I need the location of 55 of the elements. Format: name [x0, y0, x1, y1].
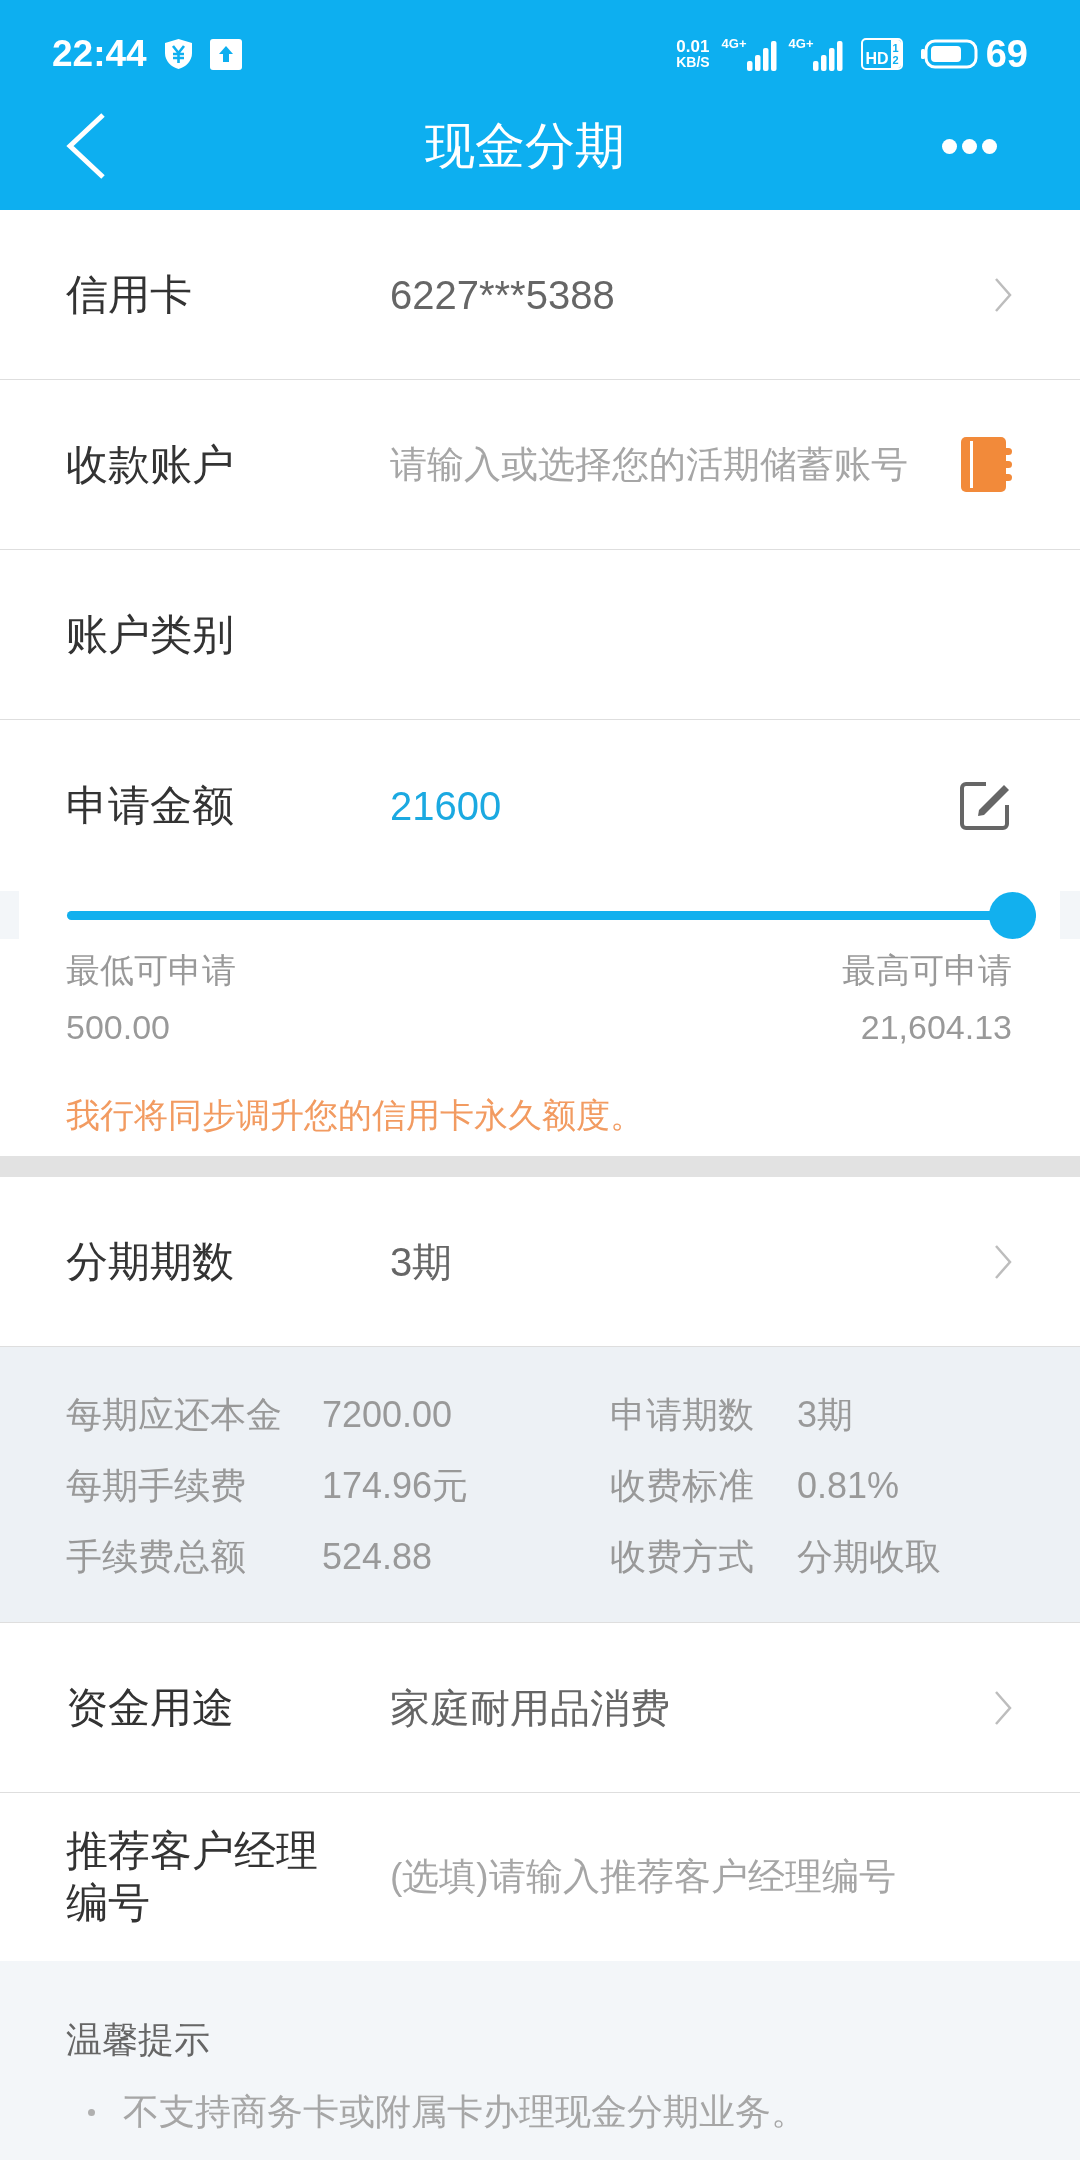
- battery-level: 69: [985, 34, 1028, 74]
- select-value: 3期: [390, 1238, 454, 1286]
- summary-label: 申请期数: [610, 1393, 755, 1437]
- form-label: 推荐客户经理编号: [66, 1826, 319, 1928]
- text-input[interactable]: (选填)请输入推荐客户经理编号: [390, 1851, 1012, 1903]
- network-type: 4G+: [721, 37, 747, 51]
- form-label: 分期期数: [66, 1236, 235, 1287]
- sim-number: 1: [892, 42, 899, 54]
- chevron-right-icon[interactable]: [994, 1689, 1012, 1726]
- upload-icon: [209, 38, 242, 70]
- sim-number: 2: [892, 54, 899, 66]
- bullet-icon: [88, 2108, 95, 2116]
- chevron-right-icon[interactable]: [994, 276, 1012, 313]
- account-input[interactable]: 请输入或选择您的活期储蓄账号: [390, 438, 951, 491]
- amount-value: 21600: [390, 782, 503, 830]
- form-label: 申请金额: [66, 780, 235, 831]
- more-icon[interactable]: [942, 138, 997, 154]
- summary-value: 3期: [797, 1393, 855, 1437]
- notebook-icon[interactable]: [961, 437, 1012, 492]
- summary-label: 收费标准: [610, 1464, 755, 1508]
- hd-label: HD: [864, 50, 890, 68]
- select-value: 6227***5388: [390, 271, 616, 319]
- network-type: 4G+: [788, 37, 814, 51]
- form-label: 资金用途: [66, 1682, 235, 1733]
- form-label: 收款账户: [66, 439, 235, 490]
- summary-value: 分期收取: [797, 1535, 942, 1579]
- signal-icon: [746, 41, 777, 71]
- limit-notice: 我行将同步调升您的信用卡永久额度。: [66, 1095, 645, 1136]
- min-label: 最低可申请: [66, 950, 236, 991]
- battery-icon: [920, 39, 978, 69]
- page-title: 现金分期: [424, 117, 625, 176]
- status-time: 22:44: [52, 34, 147, 74]
- summary-label: 手续费总额: [66, 1535, 247, 1579]
- summary-label: 每期手续费: [66, 1464, 247, 1508]
- select-value: 家庭耐用品消费: [390, 1684, 671, 1732]
- form-label: 账户类别: [66, 609, 235, 660]
- network-speed: 0.01: [676, 38, 710, 55]
- summary-value: 0.81%: [797, 1464, 901, 1508]
- shield-icon: [162, 38, 194, 70]
- form-label: 信用卡: [66, 269, 193, 320]
- tip-text: 不支持商务卡或附属卡办理现金分期业务。: [123, 2090, 807, 2134]
- min-amount: 500.00: [66, 1007, 170, 1048]
- chevron-right-icon[interactable]: [994, 1243, 1012, 1280]
- edit-icon[interactable]: [959, 780, 1012, 831]
- summary-value: 174.96元: [322, 1464, 470, 1508]
- summary-value: 7200.00: [322, 1393, 454, 1437]
- network-speed-unit: KB/S: [676, 55, 710, 70]
- signal-icon: [813, 41, 844, 71]
- max-label: 最高可申请: [842, 950, 1012, 991]
- summary-label: 每期应还本金: [66, 1393, 283, 1437]
- summary-value: 524.88: [322, 1535, 434, 1579]
- tips-title: 温馨提示: [66, 2018, 211, 2062]
- summary-label: 收费方式: [610, 1535, 755, 1579]
- max-amount: 21,604.13: [860, 1007, 1012, 1048]
- back-icon[interactable]: [65, 112, 107, 180]
